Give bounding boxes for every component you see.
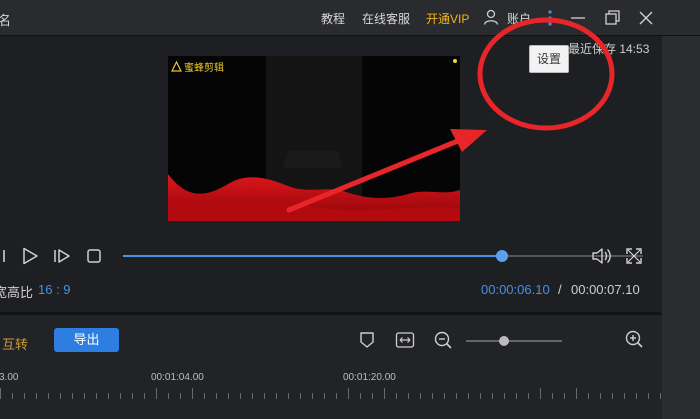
zoom-slider[interactable] bbox=[466, 336, 562, 346]
prev-frame-icon[interactable] bbox=[0, 247, 8, 265]
app-window: 名 教程 在线客服 开通VIP 账户 最近保存 14:53 蜜蜂剪辑 宽高比 1… bbox=[0, 0, 700, 419]
time-separator: / bbox=[558, 282, 562, 297]
menu-vip[interactable]: 开通VIP bbox=[426, 10, 469, 27]
watermark-logo-icon bbox=[171, 59, 182, 72]
flip-button[interactable]: 互转 bbox=[2, 334, 28, 353]
restore-icon[interactable] bbox=[602, 8, 622, 28]
timeline-label: 00:01:04.00 bbox=[151, 372, 204, 383]
last-saved-status: 最近保存 14:53 bbox=[568, 42, 650, 56]
timeline-label: 00:01:20.00 bbox=[343, 372, 396, 383]
fullscreen-icon[interactable] bbox=[624, 246, 644, 266]
timeline-label: 3.00 bbox=[0, 372, 19, 383]
minimize-icon[interactable] bbox=[568, 8, 588, 28]
settings-more-icon[interactable] bbox=[540, 8, 560, 28]
video-frame-image bbox=[168, 56, 460, 221]
aspect-ratio-value[interactable]: 16 : 9 bbox=[38, 282, 71, 297]
volume-icon[interactable] bbox=[590, 245, 612, 267]
export-button[interactable]: 导出 bbox=[54, 328, 119, 352]
fit-width-icon[interactable] bbox=[395, 331, 415, 349]
side-panel-edge bbox=[662, 36, 700, 419]
video-marker-dot bbox=[453, 59, 457, 63]
aspect-ratio-label: 宽高比 bbox=[0, 285, 34, 300]
current-time: 00:00:06.10 bbox=[481, 282, 550, 297]
video-preview[interactable]: 蜜蜂剪辑 bbox=[168, 56, 460, 221]
playback-progress-bar[interactable] bbox=[123, 250, 643, 262]
menu-account[interactable]: 账户 bbox=[507, 10, 531, 27]
tooltip-text: 设置 bbox=[536, 52, 561, 66]
timeline-ruler[interactable] bbox=[0, 388, 662, 400]
title-bar: 名 教程 在线客服 开通VIP 账户 bbox=[0, 0, 700, 36]
settings-tooltip: 设置 bbox=[529, 45, 569, 73]
zoom-out-icon[interactable] bbox=[433, 330, 453, 350]
menu-online-support[interactable]: 在线客服 bbox=[362, 10, 410, 27]
zoom-in-icon[interactable] bbox=[624, 329, 644, 349]
playback-progress-handle[interactable] bbox=[495, 250, 508, 262]
user-icon[interactable] bbox=[483, 9, 499, 25]
play-icon[interactable] bbox=[20, 246, 40, 266]
close-icon[interactable] bbox=[636, 8, 656, 28]
app-title-fragment: 名 bbox=[0, 13, 12, 28]
marker-icon[interactable] bbox=[359, 331, 375, 349]
next-frame-icon[interactable] bbox=[52, 247, 72, 265]
playback-progress-fill bbox=[123, 255, 502, 257]
video-watermark: 蜜蜂剪辑 bbox=[184, 63, 224, 74]
menu-tutorial[interactable]: 教程 bbox=[321, 10, 345, 27]
total-time: 00:00:07.10 bbox=[571, 282, 640, 297]
stop-icon[interactable] bbox=[86, 248, 102, 264]
